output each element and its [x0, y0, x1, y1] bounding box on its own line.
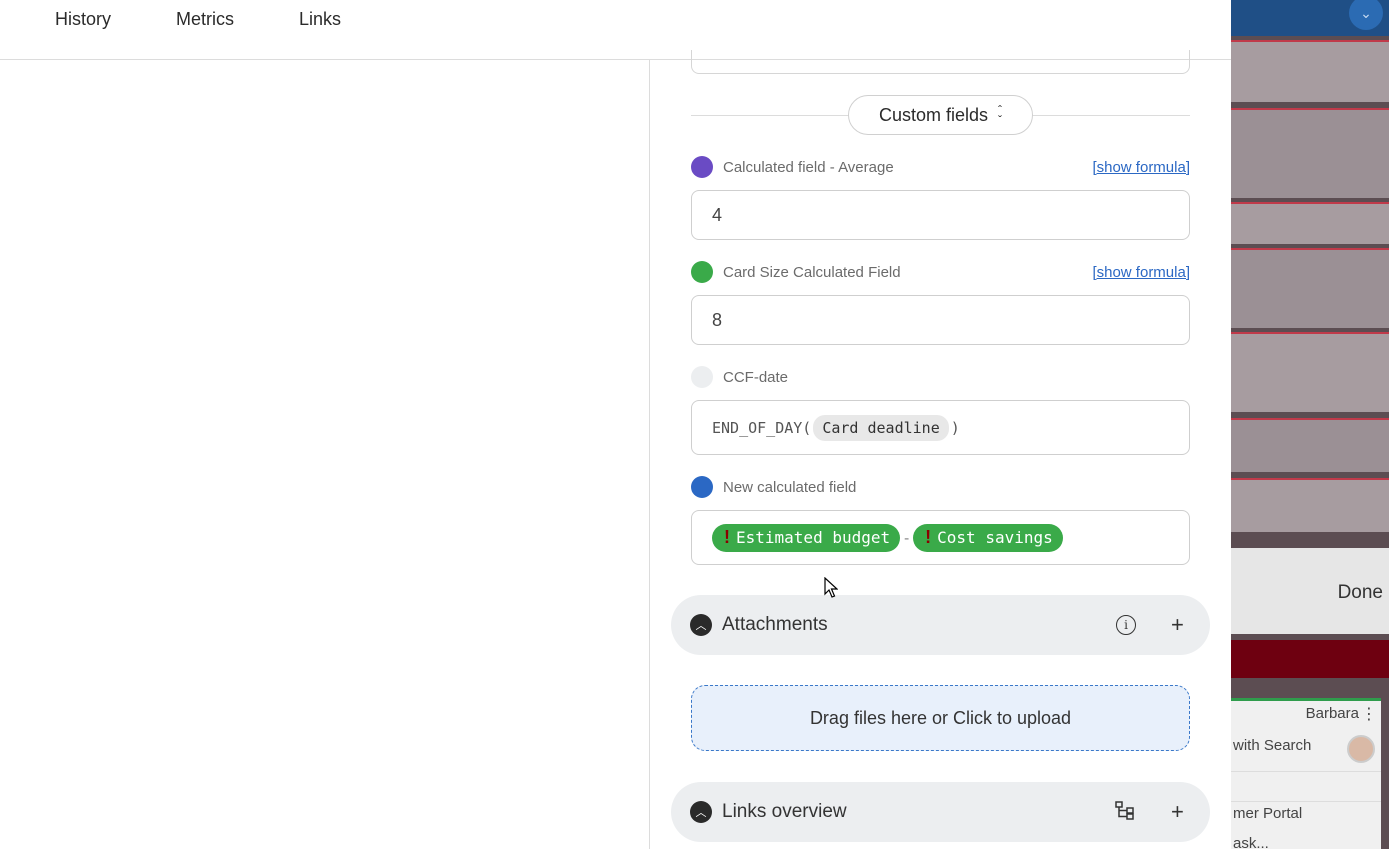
- chevron-down-icon[interactable]: ⌄: [1349, 0, 1383, 30]
- card-size-field[interactable]: 8: [691, 295, 1190, 345]
- tab-history[interactable]: History: [55, 9, 111, 30]
- formula-token: Card deadline: [813, 414, 949, 441]
- field-label-row: Card Size Calculated Field [show formula…: [691, 259, 1190, 285]
- field-color-dot: [691, 366, 713, 388]
- avatar: [1347, 735, 1375, 763]
- chevron-up-icon[interactable]: ︿: [690, 614, 712, 636]
- field-color-dot: [691, 476, 713, 498]
- field-value: 8: [712, 309, 723, 330]
- field-value: 4: [712, 204, 723, 225]
- board-card[interactable]: [1231, 332, 1389, 412]
- divider: [1231, 771, 1381, 772]
- field-color-dot: [691, 156, 713, 178]
- plus-icon[interactable]: +: [1171, 612, 1184, 638]
- right-pane: Custom fields ˆˇ Calculated field - Aver…: [651, 50, 1231, 849]
- cost-savings-token: ! Cost savings: [913, 523, 1063, 552]
- background-board: ⌄ Done Barbara ⋮ with Search mer Portal …: [1231, 0, 1389, 849]
- show-formula-link[interactable]: [show formula]: [1092, 159, 1190, 176]
- attachments-section-header[interactable]: ︿ Attachments i +: [671, 595, 1210, 655]
- custom-fields-label: Custom fields: [878, 104, 989, 125]
- board-top-bar: ⌄: [1231, 0, 1389, 36]
- field-color-dot: [691, 261, 713, 283]
- links-overview-section-header[interactable]: ︿ Links overview +: [671, 782, 1210, 842]
- tab-links[interactable]: Links: [299, 9, 341, 30]
- card-title: mer Portal: [1233, 805, 1303, 822]
- chevron-up-icon[interactable]: ︿: [690, 801, 712, 823]
- ccf-date-field[interactable]: END_OF_DAY( Card deadline ): [691, 400, 1190, 455]
- tab-metrics[interactable]: Metrics: [176, 9, 234, 30]
- card-owner: Barbara: [1305, 705, 1359, 722]
- board-card[interactable]: [1231, 478, 1389, 532]
- board-card-list[interactable]: Barbara ⋮ with Search mer Portal ask...: [1231, 698, 1381, 849]
- formula-function: END_OF_DAY(: [712, 418, 812, 437]
- board-card[interactable]: [1231, 640, 1389, 678]
- board-card[interactable]: [1231, 418, 1389, 472]
- warning-icon: !: [925, 527, 932, 547]
- field-label-row: New calculated field: [691, 474, 1190, 500]
- divider: [1231, 801, 1381, 802]
- left-pane: [0, 60, 650, 849]
- done-column-label: Done: [1337, 582, 1383, 603]
- upload-dropzone[interactable]: Drag files here or Click to upload: [691, 685, 1190, 751]
- links-overview-title: Links overview: [722, 801, 847, 822]
- mouse-cursor-icon: [824, 577, 838, 598]
- field-label: Card Size Calculated Field: [723, 263, 901, 281]
- previous-field-input[interactable]: [691, 50, 1190, 74]
- card-title: ask...: [1233, 835, 1269, 849]
- field-label-row: Calculated field - Average [show formula…: [691, 154, 1190, 180]
- plus-icon[interactable]: +: [1171, 799, 1184, 825]
- new-calculated-field[interactable]: ! Estimated budget - ! Cost savings: [691, 510, 1190, 565]
- field-label: Calculated field - Average: [723, 158, 894, 176]
- card-details-modal: History Metrics Links Custom fields ˆˇ C…: [0, 0, 1231, 849]
- formula-operator: -: [902, 528, 912, 547]
- board-card[interactable]: [1231, 108, 1389, 198]
- collapse-chevrons-icon: ˆˇ: [998, 103, 1003, 127]
- attachments-title: Attachments: [722, 614, 828, 635]
- upload-text: Drag files here or Click to upload: [809, 707, 1072, 728]
- info-icon[interactable]: i: [1116, 615, 1136, 635]
- hierarchy-icon[interactable]: [1115, 800, 1135, 825]
- more-vertical-icon[interactable]: ⋮: [1361, 704, 1377, 724]
- field-label: New calculated field: [723, 478, 857, 496]
- show-formula-link[interactable]: [show formula]: [1092, 264, 1190, 281]
- custom-fields-toggle[interactable]: Custom fields ˆˇ: [848, 95, 1033, 135]
- board-card[interactable]: [1231, 40, 1389, 102]
- estimated-budget-token: ! Estimated budget: [712, 523, 901, 552]
- board-card[interactable]: [1231, 248, 1389, 328]
- formula-end: ): [950, 418, 960, 437]
- warning-icon: !: [724, 527, 730, 547]
- field-label-row: CCF-date: [691, 364, 1190, 390]
- calculated-average-field[interactable]: 4: [691, 190, 1190, 240]
- field-label: CCF-date: [723, 368, 789, 386]
- done-column: Done: [1231, 548, 1389, 634]
- board-card[interactable]: [1231, 202, 1389, 244]
